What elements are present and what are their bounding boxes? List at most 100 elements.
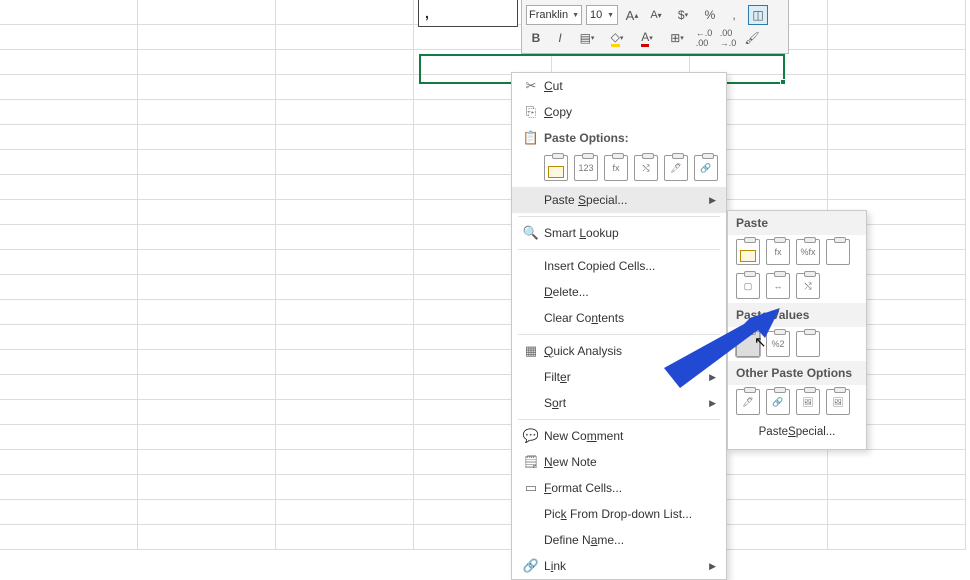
grid-cell[interactable] — [0, 150, 138, 175]
paste-keep-source-icon[interactable] — [826, 239, 850, 265]
grid-cell[interactable] — [276, 450, 414, 475]
grid-cell[interactable] — [828, 0, 966, 25]
grid-cell[interactable] — [0, 300, 138, 325]
grid-cell[interactable] — [276, 150, 414, 175]
format-painter-button[interactable]: 🖌 — [742, 28, 762, 48]
paste-values-only-icon[interactable] — [736, 331, 760, 357]
grid-cell[interactable] — [828, 25, 966, 50]
grid-cell[interactable] — [0, 100, 138, 125]
menu-insert-copied[interactable]: Insert Copied Cells... — [512, 253, 726, 279]
paste-formatting-icon[interactable]: 🖊 — [736, 389, 760, 415]
grid-cell[interactable] — [0, 25, 138, 50]
font-size-select[interactable]: 10▼ — [586, 5, 618, 25]
grid-cell[interactable] — [276, 25, 414, 50]
paste-formatting-icon[interactable]: 🖊 — [664, 155, 688, 181]
paste-all-icon[interactable] — [736, 239, 760, 265]
grid-cell[interactable] — [138, 300, 276, 325]
paste-formulas-number-icon[interactable]: %fx — [796, 239, 820, 265]
grid-cell[interactable] — [138, 50, 276, 75]
grid-cell[interactable] — [828, 500, 966, 525]
grid-cell[interactable] — [0, 350, 138, 375]
grid-cell[interactable] — [0, 0, 138, 25]
paste-transpose-icon[interactable]: ⤭ — [634, 155, 658, 181]
grid-cell[interactable] — [138, 125, 276, 150]
grid-cell[interactable] — [828, 75, 966, 100]
grid-cell[interactable] — [276, 300, 414, 325]
format-painter-icon[interactable]: ◫ — [748, 5, 768, 25]
grid-cell[interactable] — [828, 175, 966, 200]
grid-cell[interactable] — [828, 50, 966, 75]
grid-cell[interactable] — [138, 150, 276, 175]
grid-cell[interactable] — [276, 500, 414, 525]
grid-cell[interactable] — [276, 525, 414, 550]
grid-cell[interactable] — [0, 200, 138, 225]
borders-button[interactable]: ▤▾ — [574, 28, 600, 48]
cell-with-comma[interactable]: , — [418, 0, 518, 27]
grid-cell[interactable] — [828, 125, 966, 150]
grid-cell[interactable] — [828, 100, 966, 125]
grid-cell[interactable] — [0, 475, 138, 500]
grid-cell[interactable] — [0, 400, 138, 425]
grid-cell[interactable] — [138, 375, 276, 400]
grid-cell[interactable] — [0, 375, 138, 400]
menu-pick-list[interactable]: Pick From Drop-down List... — [512, 501, 726, 527]
grid-cell[interactable] — [276, 350, 414, 375]
merge-button[interactable]: ⊞▾ — [664, 28, 690, 48]
grid-cell[interactable] — [276, 400, 414, 425]
menu-format-cells[interactable]: ▭ Format Cells... — [512, 475, 726, 501]
grid-cell[interactable] — [276, 175, 414, 200]
menu-cut[interactable]: ✂ Cut — [512, 73, 726, 99]
menu-define-name[interactable]: Define Name... — [512, 527, 726, 553]
menu-sort[interactable]: Sort ▶ — [512, 390, 726, 416]
grid-cell[interactable] — [0, 75, 138, 100]
grid-cell[interactable] — [276, 100, 414, 125]
grid-cell[interactable] — [138, 75, 276, 100]
paste-link-icon[interactable]: 🔗 — [694, 155, 718, 181]
increase-decimal-button[interactable]: ←.0.00 — [694, 28, 714, 48]
grid-cell[interactable] — [276, 375, 414, 400]
menu-new-comment[interactable]: 💬 New Comment — [512, 423, 726, 449]
grid-cell[interactable] — [0, 175, 138, 200]
menu-paste-special[interactable]: Paste Special... ▶ — [512, 187, 726, 213]
grid-cell[interactable] — [0, 225, 138, 250]
italic-button[interactable]: I — [550, 28, 570, 48]
grid-cell[interactable] — [276, 425, 414, 450]
grid-cell[interactable] — [138, 525, 276, 550]
increase-font-button[interactable]: A▴ — [622, 5, 642, 25]
grid-cell[interactable] — [138, 0, 276, 25]
paste-transpose-icon[interactable]: ⤭ — [796, 273, 820, 299]
paste-values-number-icon[interactable]: %2 — [766, 331, 790, 357]
menu-link[interactable]: 🔗 Link ▶ — [512, 553, 726, 579]
grid-cell[interactable] — [138, 200, 276, 225]
grid-cell[interactable] — [276, 225, 414, 250]
grid-cell[interactable] — [0, 450, 138, 475]
grid-cell[interactable] — [138, 325, 276, 350]
grid-cell[interactable] — [0, 425, 138, 450]
grid-cell[interactable] — [276, 125, 414, 150]
grid-cell[interactable] — [0, 125, 138, 150]
grid-cell[interactable] — [138, 500, 276, 525]
grid-cell[interactable] — [138, 400, 276, 425]
paste-all-icon[interactable] — [544, 155, 568, 181]
grid-cell[interactable] — [138, 25, 276, 50]
menu-new-note[interactable]: 🗒 New Note — [512, 449, 726, 475]
paste-formulas-icon[interactable]: fx — [766, 239, 790, 265]
grid-cell[interactable] — [138, 275, 276, 300]
menu-filter[interactable]: Filter ▶ — [512, 364, 726, 390]
grid-cell[interactable] — [138, 450, 276, 475]
comma-format-button[interactable]: , — [724, 5, 744, 25]
decrease-font-button[interactable]: A▾ — [646, 5, 666, 25]
grid-cell[interactable] — [276, 275, 414, 300]
paste-link-icon[interactable]: 🔗 — [766, 389, 790, 415]
font-color-button[interactable]: A▾ — [634, 28, 660, 48]
menu-clear-contents[interactable]: Clear Contents — [512, 305, 726, 331]
grid-cell[interactable] — [138, 100, 276, 125]
menu-copy[interactable]: ⎘ Copy — [512, 99, 726, 125]
paste-values-source-icon[interactable] — [796, 331, 820, 357]
fill-handle[interactable] — [780, 79, 786, 85]
grid-cell[interactable] — [138, 250, 276, 275]
grid-cell[interactable] — [138, 225, 276, 250]
grid-cell[interactable] — [0, 500, 138, 525]
grid-cell[interactable] — [276, 0, 414, 25]
percent-format-button[interactable]: % — [700, 5, 720, 25]
